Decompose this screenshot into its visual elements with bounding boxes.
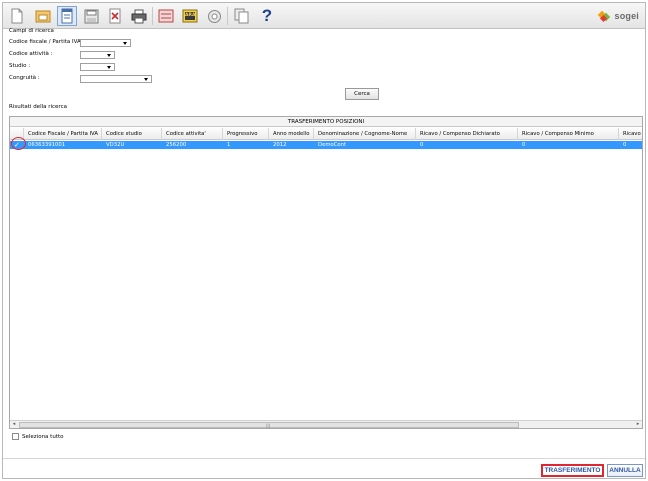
table-row[interactable]: ✓ 06363391001 VD32U 256200 1 2012 DemoCo… bbox=[10, 141, 642, 149]
logo-text: sogei bbox=[614, 11, 639, 21]
toolbar-separator bbox=[152, 7, 153, 25]
main-window: ARA ? sogei Campi di ricerca Codice fisc… bbox=[2, 2, 646, 479]
cancel-button[interactable]: ANNULLA bbox=[607, 464, 643, 477]
chevron-down-icon bbox=[107, 54, 111, 57]
scroll-right-icon[interactable]: ▸ bbox=[634, 421, 642, 428]
studio-combo[interactable] bbox=[80, 63, 115, 71]
scrollbar-thumb[interactable]: ||| bbox=[19, 422, 519, 428]
search-section-title: Campi di ricerca bbox=[9, 28, 54, 34]
cell-codice-studio: VD32U bbox=[106, 142, 125, 148]
cell-progressivo: 1 bbox=[227, 142, 231, 148]
cell-anno-modello: 2012 bbox=[273, 142, 287, 148]
help-icon[interactable]: ? bbox=[257, 6, 277, 26]
column-header-codice-studio[interactable]: Codice studio bbox=[102, 128, 162, 140]
grip-icon: ||| bbox=[266, 423, 271, 428]
print-icon[interactable] bbox=[129, 6, 149, 26]
column-header-codice-attivita[interactable]: Codice attivita' bbox=[162, 128, 223, 140]
chevron-down-icon bbox=[107, 66, 111, 69]
form-icon[interactable] bbox=[156, 6, 176, 26]
copy-pages-icon[interactable] bbox=[231, 6, 251, 26]
select-all-label: Seleziona tutto bbox=[22, 433, 64, 440]
help-glyph: ? bbox=[261, 6, 273, 25]
cell-codice-attivita: 256200 bbox=[166, 142, 187, 148]
column-header-ricavo-dichiarato[interactable]: Ricavo / Compenso Dichiarato bbox=[416, 128, 518, 140]
studio-label: Studio : bbox=[9, 63, 31, 69]
select-all[interactable]: Seleziona tutto bbox=[12, 433, 64, 440]
chevron-down-icon bbox=[123, 42, 127, 45]
delete-icon[interactable] bbox=[105, 6, 125, 26]
select-all-checkbox[interactable] bbox=[12, 433, 19, 440]
toolbar-separator bbox=[227, 7, 228, 25]
results-grid: TRASFERIMENTO POSIZIONI Codice Fiscale /… bbox=[9, 116, 643, 429]
row-selection-highlight bbox=[11, 137, 26, 150]
column-header-denominazione[interactable]: Denominazione / Cognome-Nome bbox=[314, 128, 416, 140]
open-folder-icon[interactable] bbox=[33, 6, 53, 26]
footer-divider bbox=[3, 458, 645, 459]
document-window-icon[interactable] bbox=[57, 6, 77, 26]
column-header-progressivo[interactable]: Progressivo bbox=[223, 128, 269, 140]
scroll-left-icon[interactable]: ◂ bbox=[10, 421, 18, 428]
cell-denominazione: DemoCont bbox=[318, 142, 347, 148]
gear-icon[interactable] bbox=[204, 6, 224, 26]
chevron-down-icon bbox=[144, 78, 148, 81]
new-document-icon[interactable] bbox=[7, 6, 27, 26]
ara-icon[interactable]: ARA bbox=[180, 6, 200, 26]
cell-codice-fiscale: 06363391001 bbox=[28, 142, 66, 148]
sogei-logo: sogei bbox=[598, 7, 639, 25]
column-header-ricavo[interactable]: Ricavo / bbox=[619, 128, 642, 140]
toolbar: ARA ? sogei bbox=[3, 3, 645, 29]
save-disk-icon[interactable] bbox=[81, 6, 101, 26]
cell-ricavo-minimo: 0 bbox=[522, 142, 526, 148]
grid-title: TRASFERIMENTO POSIZIONI bbox=[10, 117, 642, 127]
column-header-codice-fiscale[interactable]: Codice Fiscale / Partita IVA bbox=[24, 128, 102, 140]
codice-attivita-label: Codice attività : bbox=[9, 51, 53, 57]
congruita-combo[interactable] bbox=[80, 75, 152, 83]
congruita-label: Congruità : bbox=[9, 75, 40, 81]
column-header-anno-modello[interactable]: Anno modello bbox=[269, 128, 314, 140]
search-button[interactable]: Cerca bbox=[345, 88, 379, 100]
cell-ricavo-dichiarato: 0 bbox=[420, 142, 424, 148]
grid-header: Codice Fiscale / Partita IVA Codice stud… bbox=[10, 128, 642, 140]
transfer-button[interactable]: TRASFERIMENTO bbox=[541, 464, 604, 477]
column-header-ricavo-minimo[interactable]: Ricavo / Compenso Minimo bbox=[518, 128, 619, 140]
cell-ricavo: 0 bbox=[623, 142, 627, 148]
codice-attivita-combo[interactable] bbox=[80, 51, 115, 59]
codice-fiscale-combo[interactable] bbox=[80, 39, 131, 47]
results-section-title: Risultati della ricerca bbox=[9, 104, 67, 110]
ara-label: ARA bbox=[185, 13, 196, 18]
horizontal-scrollbar[interactable]: ◂ ||| ▸ bbox=[10, 420, 642, 428]
codice-fiscale-label: Codice fiscale / Partita IVA : bbox=[9, 39, 85, 45]
sogei-logo-mark-icon bbox=[598, 10, 611, 23]
